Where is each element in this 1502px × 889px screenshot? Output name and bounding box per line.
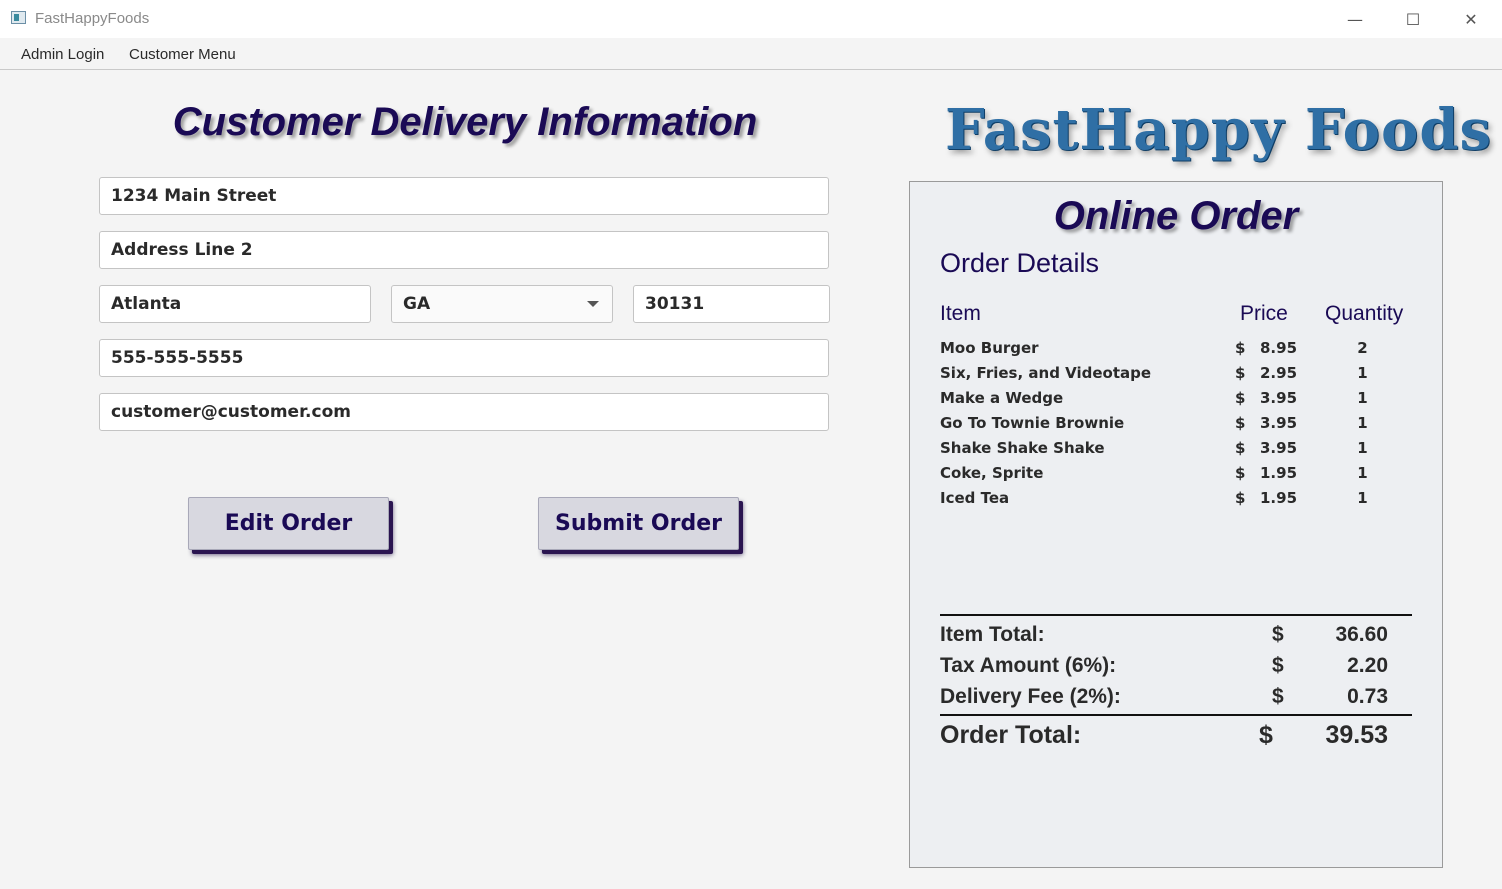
window-title: FastHappyFoods <box>35 10 150 27</box>
chevron-down-icon[interactable] <box>587 301 599 307</box>
order-item-row: Coke, Sprite $ 1.95 1 <box>910 464 1442 489</box>
item-quantity: 1 <box>1357 364 1368 382</box>
item-currency: $ <box>1235 439 1246 457</box>
item-total-value: 36.60 <box>1335 623 1388 646</box>
state-select-value: GA <box>403 294 431 314</box>
item-quantity: 1 <box>1357 464 1368 482</box>
address-line2-input[interactable]: Address Line 2 <box>99 231 829 269</box>
item-name: Shake Shake Shake <box>940 439 1105 457</box>
column-header-item: Item <box>940 302 981 325</box>
online-order-title: Online Order <box>1053 194 1299 238</box>
item-quantity: 1 <box>1357 414 1368 432</box>
edit-order-button[interactable]: Edit Order <box>188 497 389 550</box>
order-total-value: 39.53 <box>1325 721 1388 749</box>
item-currency: $ <box>1235 489 1246 507</box>
close-button[interactable]: ✕ <box>1442 0 1500 38</box>
item-price: 8.95 <box>1260 339 1298 357</box>
order-item-row: Six, Fries, and Videotape $ 2.95 1 <box>910 364 1442 389</box>
menu-bar: Admin Login Customer Menu <box>0 38 1502 70</box>
address-line1-input[interactable]: 1234 Main Street <box>99 177 829 215</box>
column-header-price: Price <box>1240 302 1288 325</box>
item-currency: $ <box>1235 339 1246 357</box>
item-price: 3.95 <box>1260 414 1298 432</box>
item-name: Coke, Sprite <box>940 464 1044 482</box>
window-title-bar: FastHappyFoods — ☐ ✕ <box>0 0 1502 38</box>
maximize-button[interactable]: ☐ <box>1384 0 1442 38</box>
item-quantity: 2 <box>1357 339 1368 357</box>
state-select[interactable]: GA <box>391 285 613 323</box>
order-item-row: Moo Burger $ 8.95 2 <box>910 339 1442 364</box>
order-item-row: Shake Shake Shake $ 3.95 1 <box>910 439 1442 464</box>
tax-label: Tax Amount (6%): <box>940 654 1117 677</box>
order-total-currency: $ <box>1259 721 1273 749</box>
delivery-fee-value: 0.73 <box>1347 685 1388 708</box>
phone-input[interactable]: 555-555-5555 <box>99 339 829 377</box>
item-quantity: 1 <box>1357 439 1368 457</box>
menu-customer-menu[interactable]: Customer Menu <box>129 46 236 63</box>
item-price: 3.95 <box>1260 389 1298 407</box>
item-currency: $ <box>1235 389 1246 407</box>
order-item-row: Make a Wedge $ 3.95 1 <box>910 389 1442 414</box>
item-total-label: Item Total: <box>940 623 1045 646</box>
item-currency: $ <box>1235 464 1246 482</box>
order-item-row: Iced Tea $ 1.95 1 <box>910 489 1442 514</box>
city-input[interactable]: Atlanta <box>99 285 371 323</box>
menu-admin-login[interactable]: Admin Login <box>21 46 104 63</box>
delivery-fee-label: Delivery Fee (2%): <box>940 685 1121 708</box>
item-total-currency: $ <box>1272 623 1284 646</box>
item-price: 1.95 <box>1260 464 1298 482</box>
total-divider <box>940 714 1412 716</box>
submit-order-button[interactable]: Submit Order <box>538 497 739 550</box>
item-currency: $ <box>1235 364 1246 382</box>
delivery-fee-currency: $ <box>1272 685 1284 708</box>
fasthappy-foods-logo: FastHappy Foods <box>945 97 1492 163</box>
item-quantity: 1 <box>1357 389 1368 407</box>
column-header-quantity: Quantity <box>1325 302 1404 325</box>
item-name: Make a Wedge <box>940 389 1064 407</box>
item-name: Six, Fries, and Videotape <box>940 364 1152 382</box>
tax-currency: $ <box>1272 654 1284 677</box>
email-input[interactable]: customer@customer.com <box>99 393 829 431</box>
item-price: 2.95 <box>1260 364 1298 382</box>
item-name: Go To Townie Brownie <box>940 414 1125 432</box>
item-name: Moo Burger <box>940 339 1039 357</box>
tax-value: 2.20 <box>1347 654 1388 677</box>
item-name: Iced Tea <box>940 489 1010 507</box>
item-quantity: 1 <box>1357 489 1368 507</box>
zip-input[interactable]: 30131 <box>633 285 830 323</box>
order-details-title: Order Details <box>940 248 1100 278</box>
online-order-panel: Online Order Order Details Item Price Qu… <box>909 181 1443 868</box>
page-title: Customer Delivery Information <box>172 100 758 144</box>
summary-divider <box>940 614 1412 616</box>
app-icon <box>11 11 26 24</box>
item-price: 3.95 <box>1260 439 1298 457</box>
item-price: 1.95 <box>1260 489 1298 507</box>
minimize-button[interactable]: — <box>1326 0 1384 38</box>
item-currency: $ <box>1235 414 1246 432</box>
order-item-row: Go To Townie Brownie $ 3.95 1 <box>910 414 1442 439</box>
order-total-label: Order Total: <box>940 721 1082 749</box>
